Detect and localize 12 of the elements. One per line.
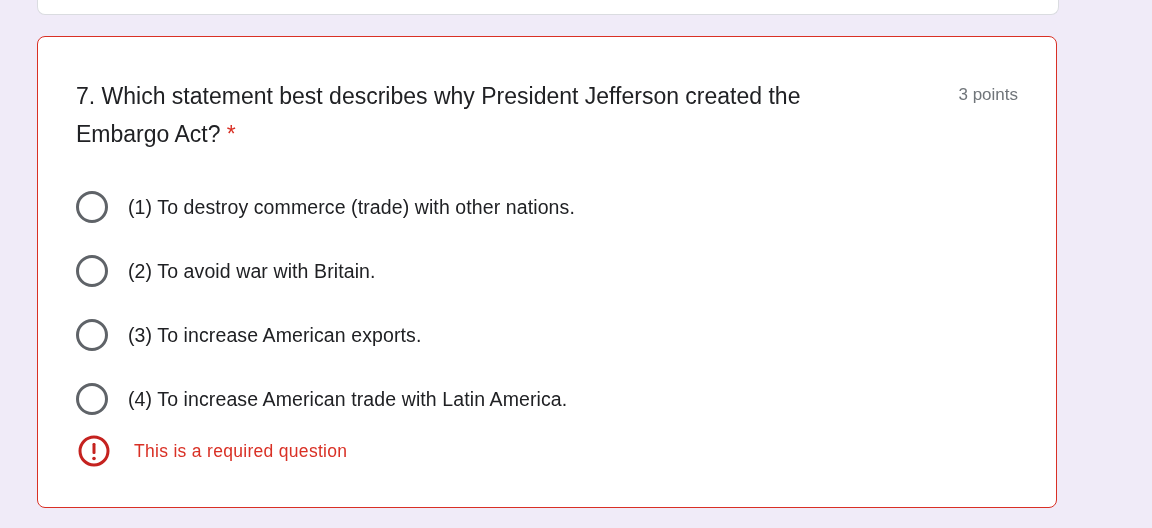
error-icon	[78, 435, 110, 467]
option-label[interactable]: (1) To destroy commerce (trade) with other nations.	[128, 195, 575, 219]
option-label[interactable]: (2) To avoid war with Britain.	[128, 259, 376, 283]
radio-button[interactable]	[76, 191, 108, 223]
option-label[interactable]: (3) To increase American exports.	[128, 323, 422, 347]
question-title: 7. Which statement best describes why President Jefferson created the Embargo Act? *	[76, 82, 802, 149]
radio-button[interactable]	[76, 255, 108, 287]
points-label: 3 points	[958, 85, 1018, 105]
radio-button[interactable]	[76, 319, 108, 351]
error-message: This is a required question	[134, 440, 348, 462]
radio-button[interactable]	[76, 383, 108, 415]
option-label[interactable]: (4) To increase American trade with Latin America.	[128, 387, 568, 411]
